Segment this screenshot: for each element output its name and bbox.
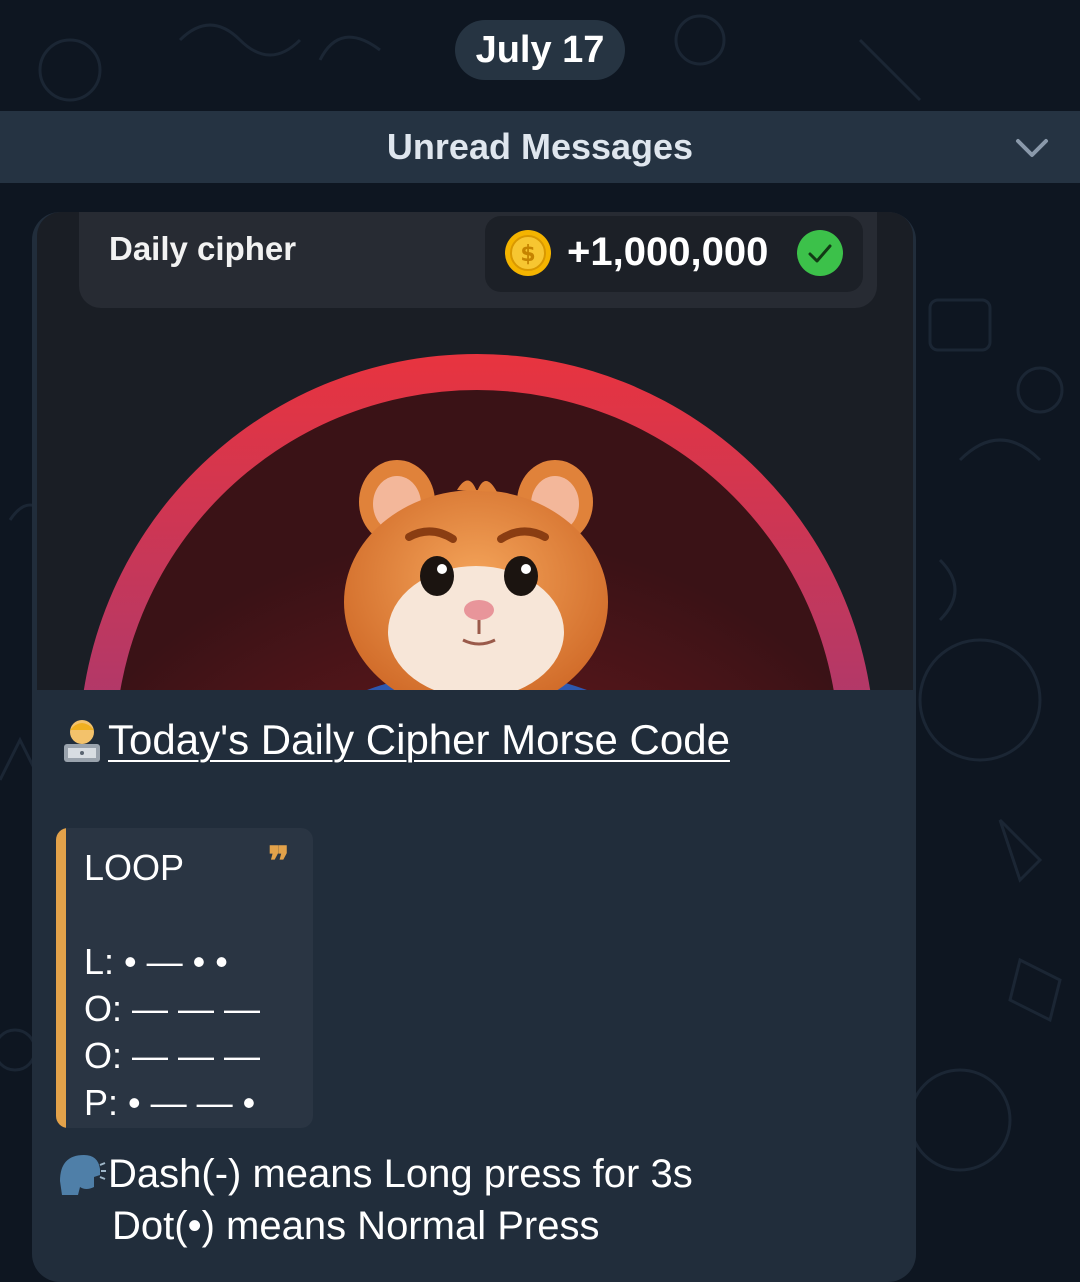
instruction-note: Dash(-) means Long press for 3s Dot(•) m… — [56, 1148, 693, 1252]
coin-icon: $ — [505, 230, 551, 276]
message-bubble[interactable]: Daily cipher $ +1,000,000 Today's Daily … — [32, 212, 916, 1282]
speaking-head-icon — [60, 1155, 106, 1195]
quote-accent-bar — [56, 828, 66, 1128]
unread-label: Unread Messages — [386, 126, 694, 167]
quote-word: LOOP — [84, 847, 185, 888]
quote-icon: ❞ — [268, 838, 290, 885]
quote-text: LOOP L: • — • • O: — — — O: — — — P: • —… — [84, 844, 260, 1126]
morse-line: O: — — — — [84, 988, 261, 1029]
check-icon — [797, 230, 843, 276]
daily-cipher-title: Daily cipher — [109, 230, 297, 267]
date-divider: July 17 — [455, 20, 625, 80]
daily-cipher-bar: Daily cipher $ +1,000,000 — [79, 212, 877, 308]
morse-quote-block[interactable]: ❞ LOOP L: • — • • O: — — — O: — — — P: •… — [56, 828, 313, 1128]
morse-line: P: • — — • — [84, 1082, 256, 1123]
unread-messages-bar[interactable]: Unread Messages — [0, 111, 1080, 183]
quote-spacer — [84, 891, 260, 938]
headline-link[interactable]: Today's Daily Cipher Morse Code — [108, 716, 730, 764]
svg-text:$: $ — [520, 242, 535, 267]
note-line-2: Dot(•) means Normal Press — [112, 1204, 600, 1248]
message-headline[interactable]: Today's Daily Cipher Morse Code — [60, 716, 730, 764]
technologist-icon — [64, 720, 100, 762]
morse-line: O: — — — — [84, 1035, 261, 1076]
chevron-down-icon[interactable] — [1014, 133, 1050, 161]
message-image[interactable]: Daily cipher $ +1,000,000 — [37, 212, 913, 690]
reward-box: $ +1,000,000 — [485, 216, 863, 292]
morse-line: L: • — • • — [84, 941, 228, 982]
note-line-1: Dash(-) means Long press for 3s — [108, 1152, 693, 1196]
reward-amount: +1,000,000 — [567, 230, 769, 274]
